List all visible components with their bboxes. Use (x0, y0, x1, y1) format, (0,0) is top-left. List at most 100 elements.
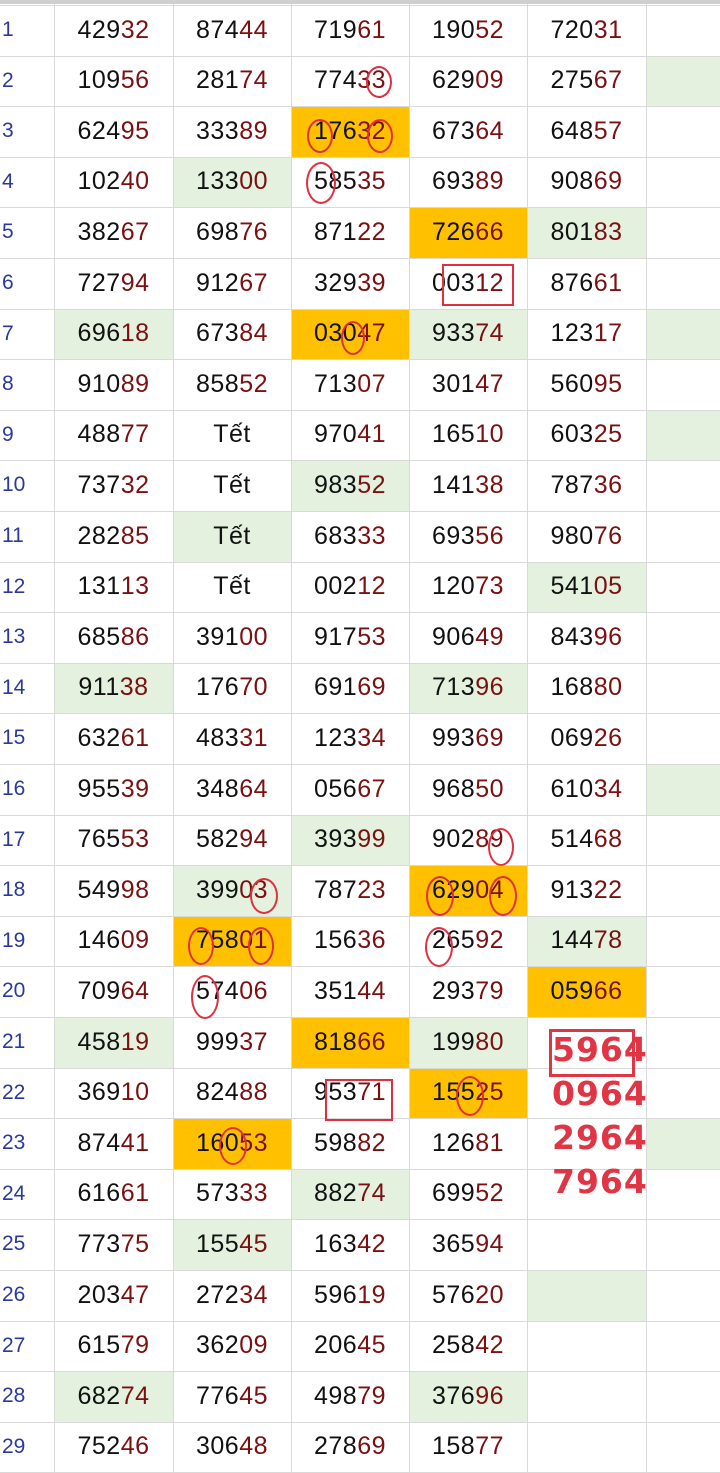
table-cell[interactable]: 673 64 (409, 106, 527, 156)
table-cell[interactable]: 206 45 (291, 1321, 409, 1371)
table-cell[interactable]: 624 95 (54, 106, 173, 156)
table-cell[interactable]: 980 76 (527, 511, 646, 561)
table-cell[interactable]: 458 19 (54, 1017, 173, 1067)
table-cell[interactable]: 787 23 (291, 865, 409, 915)
table-cell[interactable]: 030 47 (291, 309, 409, 359)
table-cell[interactable]: 369 10 (54, 1068, 173, 1118)
table-cell[interactable]: 933 74 (409, 309, 527, 359)
table-cell[interactable]: 693 56 (409, 511, 527, 561)
row-number[interactable]: 13 (0, 612, 56, 662)
table-cell[interactable]: 906 49 (409, 612, 527, 662)
table-cell[interactable]: 693 89 (409, 157, 527, 207)
table-cell[interactable]: 549 98 (54, 865, 173, 915)
table-cell[interactable]: 102 40 (54, 157, 173, 207)
table-cell[interactable]: 199 80 (409, 1017, 527, 1067)
row-number[interactable]: 12 (0, 562, 56, 612)
table-cell[interactable]: 258 42 (409, 1321, 527, 1371)
table-cell[interactable]: 574 06 (173, 966, 291, 1016)
table-cell[interactable]: 275 67 (527, 56, 646, 106)
table-cell[interactable]: 632 61 (54, 713, 173, 763)
table-cell[interactable]: 773 75 (54, 1219, 173, 1269)
row-number[interactable]: 21 (0, 1017, 56, 1067)
table-cell[interactable]: 155 45 (173, 1219, 291, 1269)
table-cell[interactable]: 393 99 (291, 815, 409, 865)
table-cell[interactable] (527, 1422, 646, 1472)
row-number[interactable]: 6 (0, 258, 56, 308)
table-cell[interactable]: 691 69 (291, 663, 409, 713)
table-cell[interactable]: 765 53 (54, 815, 173, 865)
table-cell[interactable]: 727 94 (54, 258, 173, 308)
table-cell[interactable]: 685 86 (54, 612, 173, 662)
table-cell[interactable]: 146 09 (54, 916, 173, 966)
row-number[interactable]: 17 (0, 815, 56, 865)
table-cell[interactable]: Tết (173, 511, 291, 561)
row-number[interactable]: 7 (0, 309, 56, 359)
table-cell[interactable]: 610 34 (527, 764, 646, 814)
table-cell[interactable]: 056 67 (291, 764, 409, 814)
table-cell[interactable] (527, 1219, 646, 1269)
table-cell[interactable]: 629 04 (409, 865, 527, 915)
table-cell[interactable]: 917 53 (291, 612, 409, 662)
table-cell[interactable]: 059 66 (527, 966, 646, 1016)
table-cell[interactable]: 155 25 (409, 1068, 527, 1118)
table-cell[interactable] (527, 1321, 646, 1371)
table-cell[interactable]: 168 80 (527, 663, 646, 713)
table-cell[interactable]: 293 79 (409, 966, 527, 1016)
table-cell[interactable]: 265 92 (409, 916, 527, 966)
table-cell[interactable]: 874 41 (54, 1118, 173, 1168)
table-cell[interactable]: 615 79 (54, 1321, 173, 1371)
row-number[interactable]: 16 (0, 764, 56, 814)
row-number[interactable]: 14 (0, 663, 56, 713)
table-cell[interactable]: 158 77 (409, 1422, 527, 1472)
table-cell[interactable]: 429 32 (54, 5, 173, 55)
table-cell[interactable]: 560 95 (527, 359, 646, 409)
table-cell[interactable]: 176 32 (291, 106, 409, 156)
table-cell[interactable]: 163 42 (291, 1219, 409, 1269)
table-cell[interactable]: 156 36 (291, 916, 409, 966)
table-cell[interactable]: 190 52 (409, 5, 527, 55)
row-number[interactable]: 4 (0, 157, 56, 207)
table-cell[interactable]: 351 44 (291, 966, 409, 1016)
table-cell[interactable] (527, 1270, 646, 1320)
table-cell[interactable]: 333 89 (173, 106, 291, 156)
table-cell[interactable]: 582 94 (173, 815, 291, 865)
table-cell[interactable]: 165 10 (409, 410, 527, 460)
table-cell[interactable]: 970 41 (291, 410, 409, 460)
row-number[interactable]: 3 (0, 106, 56, 156)
table-cell[interactable]: 301 47 (409, 359, 527, 409)
row-number[interactable]: 15 (0, 713, 56, 763)
row-number[interactable]: 20 (0, 966, 56, 1016)
table-cell[interactable]: 483 31 (173, 713, 291, 763)
table-cell[interactable]: 824 88 (173, 1068, 291, 1118)
table-cell[interactable]: 120 73 (409, 562, 527, 612)
table-cell[interactable]: 719 61 (291, 5, 409, 55)
table-cell[interactable]: 596 19 (291, 1270, 409, 1320)
table-cell[interactable]: 003 12 (409, 258, 527, 308)
table-cell[interactable]: 123 17 (527, 309, 646, 359)
table-cell[interactable]: 801 83 (527, 207, 646, 257)
table-cell[interactable]: 698 76 (173, 207, 291, 257)
table-cell[interactable]: 983 52 (291, 460, 409, 510)
table-cell[interactable]: 488 77 (54, 410, 173, 460)
table-cell[interactable]: 399 03 (173, 865, 291, 915)
table-cell[interactable]: 913 22 (527, 865, 646, 915)
table-cell[interactable]: 391 00 (173, 612, 291, 662)
table-cell[interactable]: 911 38 (54, 663, 173, 713)
row-number[interactable]: 23 (0, 1118, 56, 1168)
table-cell[interactable]: 616 61 (54, 1169, 173, 1219)
table-cell[interactable]: 902 89 (409, 815, 527, 865)
table-cell[interactable]: 858 52 (173, 359, 291, 409)
table-cell[interactable]: 498 79 (291, 1371, 409, 1421)
row-number[interactable]: 28 (0, 1371, 56, 1421)
table-cell[interactable]: 682 74 (54, 1371, 173, 1421)
row-number[interactable]: 2 (0, 56, 56, 106)
table-cell[interactable]: 585 35 (291, 157, 409, 207)
table-cell[interactable]: 726 66 (409, 207, 527, 257)
row-number[interactable]: 25 (0, 1219, 56, 1269)
row-number[interactable]: 29 (0, 1422, 56, 1472)
table-cell[interactable]: 709 64 (54, 966, 173, 1016)
table-cell[interactable]: 573 33 (173, 1169, 291, 1219)
row-number[interactable]: 27 (0, 1321, 56, 1371)
table-cell[interactable]: 787 36 (527, 460, 646, 510)
row-number[interactable]: 8 (0, 359, 56, 409)
